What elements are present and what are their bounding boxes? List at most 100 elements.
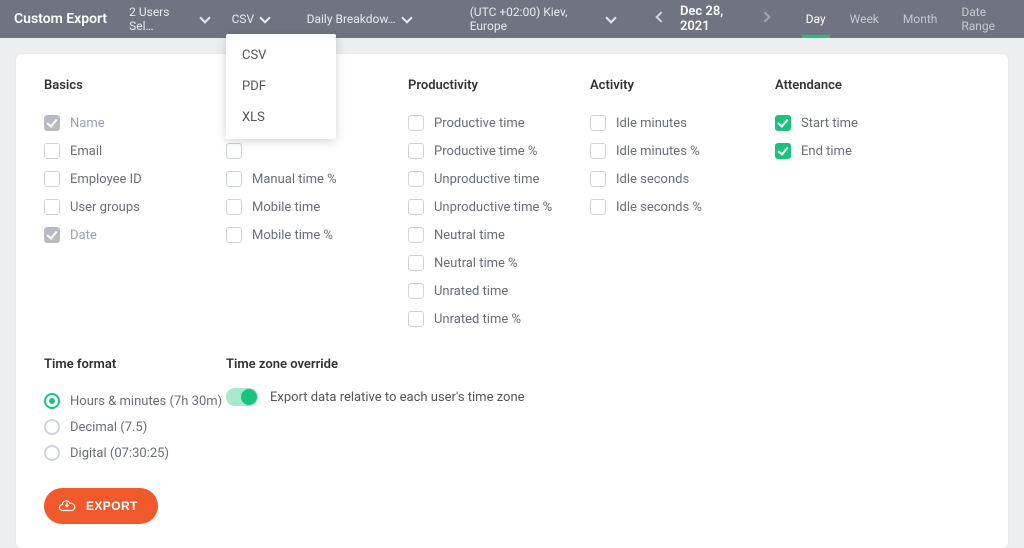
checkbox-icon — [408, 143, 424, 159]
timezone-selector[interactable]: (UTC +02:00) Kiev, Europe — [470, 0, 616, 38]
tab-month[interactable]: Month — [891, 0, 949, 38]
format-option-csv[interactable]: CSV — [226, 40, 336, 71]
checkbox-icon — [408, 115, 424, 131]
tz-override-label: Export data relative to each user's time… — [270, 390, 525, 405]
column-productivity: Productivity Productive time Productive … — [408, 78, 590, 333]
checkbox-name[interactable]: Name — [44, 109, 226, 137]
radio-icon — [44, 419, 60, 435]
date-navigator: Dec 28, 2021 — [656, 4, 770, 34]
column-attendance: Attendance Start time End time — [775, 78, 945, 333]
topbar: Custom Export 2 Users Sel… CSV Daily Bre… — [0, 0, 1024, 38]
checkbox-idle-minutes-pct[interactable]: Idle minutes % — [590, 137, 775, 165]
radio-decimal[interactable]: Decimal (7.5) — [44, 414, 226, 440]
checkbox-neutral-time[interactable]: Neutral time — [408, 221, 590, 249]
time-format-group: Time format Hours & minutes (7h 30m) Dec… — [44, 357, 226, 466]
chevron-down-icon — [606, 14, 615, 24]
checkbox-mobile-time[interactable]: Mobile time — [226, 193, 408, 221]
next-day-button[interactable] — [760, 12, 770, 27]
checkbox-icon — [408, 199, 424, 215]
checkbox-icon — [775, 143, 791, 159]
cloud-download-icon — [58, 497, 76, 515]
checkbox-manual-time-pct[interactable]: Manual time % — [226, 165, 408, 193]
checkbox-icon — [44, 227, 60, 243]
page-title: Custom Export — [14, 11, 107, 27]
format-option-pdf[interactable]: PDF — [226, 71, 336, 102]
chevron-left-icon — [656, 13, 666, 23]
checkbox-icon — [408, 227, 424, 243]
checkbox-icon — [590, 143, 606, 159]
chevron-down-icon — [402, 14, 412, 24]
checkbox-employee-id[interactable]: Employee ID — [44, 165, 226, 193]
export-button-label: EXPORT — [86, 499, 138, 513]
column-basics-header: Basics — [44, 78, 226, 93]
checkbox-icon — [590, 199, 606, 215]
checkbox-mobile-time-pct[interactable]: Mobile time % — [226, 221, 408, 249]
checkbox-unrated-time[interactable]: Unrated time — [408, 277, 590, 305]
checkbox-productive-time-pct[interactable]: Productive time % — [408, 137, 590, 165]
checkbox-idle-seconds[interactable]: Idle seconds — [590, 165, 775, 193]
checkbox-unproductive-time[interactable]: Unproductive time — [408, 165, 590, 193]
time-format-header: Time format — [44, 357, 226, 372]
checkbox-idle-seconds-pct[interactable]: Idle seconds % — [590, 193, 775, 221]
checkbox-icon — [775, 115, 791, 131]
column-productivity-header: Productivity — [408, 78, 590, 93]
export-card: Basics Name Email Employee ID User group… — [16, 54, 1008, 548]
users-selector-label: 2 Users Sel… — [129, 5, 194, 33]
checkbox-icon — [408, 255, 424, 271]
radio-icon — [44, 445, 60, 461]
chevron-down-icon — [260, 14, 270, 24]
tz-override-toggle[interactable] — [226, 388, 258, 406]
tab-week[interactable]: Week — [838, 0, 891, 38]
export-button[interactable]: EXPORT — [44, 488, 158, 524]
prev-day-button[interactable] — [656, 12, 666, 27]
checkbox-time-2[interactable] — [226, 137, 408, 165]
checkbox-date[interactable]: Date — [44, 221, 226, 249]
timezone-selector-label: (UTC +02:00) Kiev, Europe — [470, 5, 601, 33]
checkbox-icon — [226, 143, 242, 159]
checkbox-end-time[interactable]: End time — [775, 137, 945, 165]
radio-hours-minutes[interactable]: Hours & minutes (7h 30m) — [44, 388, 226, 414]
checkbox-icon — [44, 143, 60, 159]
tz-override-header: Time zone override — [226, 357, 980, 372]
checkbox-productive-time[interactable]: Productive time — [408, 109, 590, 137]
checkbox-icon — [408, 171, 424, 187]
checkbox-unrated-time-pct[interactable]: Unrated time % — [408, 305, 590, 333]
checkbox-icon — [44, 115, 60, 131]
format-selector-label: CSV — [232, 12, 255, 26]
checkbox-unproductive-time-pct[interactable]: Unproductive time % — [408, 193, 590, 221]
checkbox-icon — [226, 171, 242, 187]
chevron-down-icon — [200, 14, 210, 24]
tab-day[interactable]: Day — [794, 0, 838, 38]
current-date[interactable]: Dec 28, 2021 — [680, 4, 746, 34]
radio-icon — [44, 393, 60, 409]
format-option-xls[interactable]: XLS — [226, 102, 336, 133]
checkbox-icon — [226, 199, 242, 215]
format-dropdown: CSV PDF XLS — [226, 34, 336, 139]
column-activity-header: Activity — [590, 78, 775, 93]
checkbox-neutral-time-pct[interactable]: Neutral time % — [408, 249, 590, 277]
checkbox-icon — [44, 171, 60, 187]
column-basics: Basics Name Email Employee ID User group… — [44, 78, 226, 333]
checkbox-icon — [408, 311, 424, 327]
range-tabs: Day Week Month Date Range — [794, 0, 1014, 38]
column-activity: Activity Idle minutes Idle minutes % Idl… — [590, 78, 775, 333]
checkbox-icon — [226, 227, 242, 243]
tab-date-range[interactable]: Date Range — [949, 0, 1014, 38]
checkbox-icon — [408, 283, 424, 299]
checkbox-email[interactable]: Email — [44, 137, 226, 165]
checkbox-user-groups[interactable]: User groups — [44, 193, 226, 221]
column-attendance-header: Attendance — [775, 78, 945, 93]
chevron-right-icon — [760, 13, 770, 23]
breakdown-selector-label: Daily Breakdow… — [307, 12, 396, 26]
radio-digital[interactable]: Digital (07:30:25) — [44, 440, 226, 466]
checkbox-idle-minutes[interactable]: Idle minutes — [590, 109, 775, 137]
breakdown-selector[interactable]: Daily Breakdow… — [307, 0, 412, 38]
users-selector[interactable]: 2 Users Sel… — [129, 0, 209, 38]
format-selector[interactable]: CSV — [232, 0, 285, 38]
toggle-knob-icon — [241, 389, 257, 405]
checkbox-icon — [590, 171, 606, 187]
tz-override-group: Time zone override Export data relative … — [226, 357, 980, 466]
checkbox-start-time[interactable]: Start time — [775, 109, 945, 137]
checkbox-icon — [44, 199, 60, 215]
checkbox-icon — [590, 115, 606, 131]
